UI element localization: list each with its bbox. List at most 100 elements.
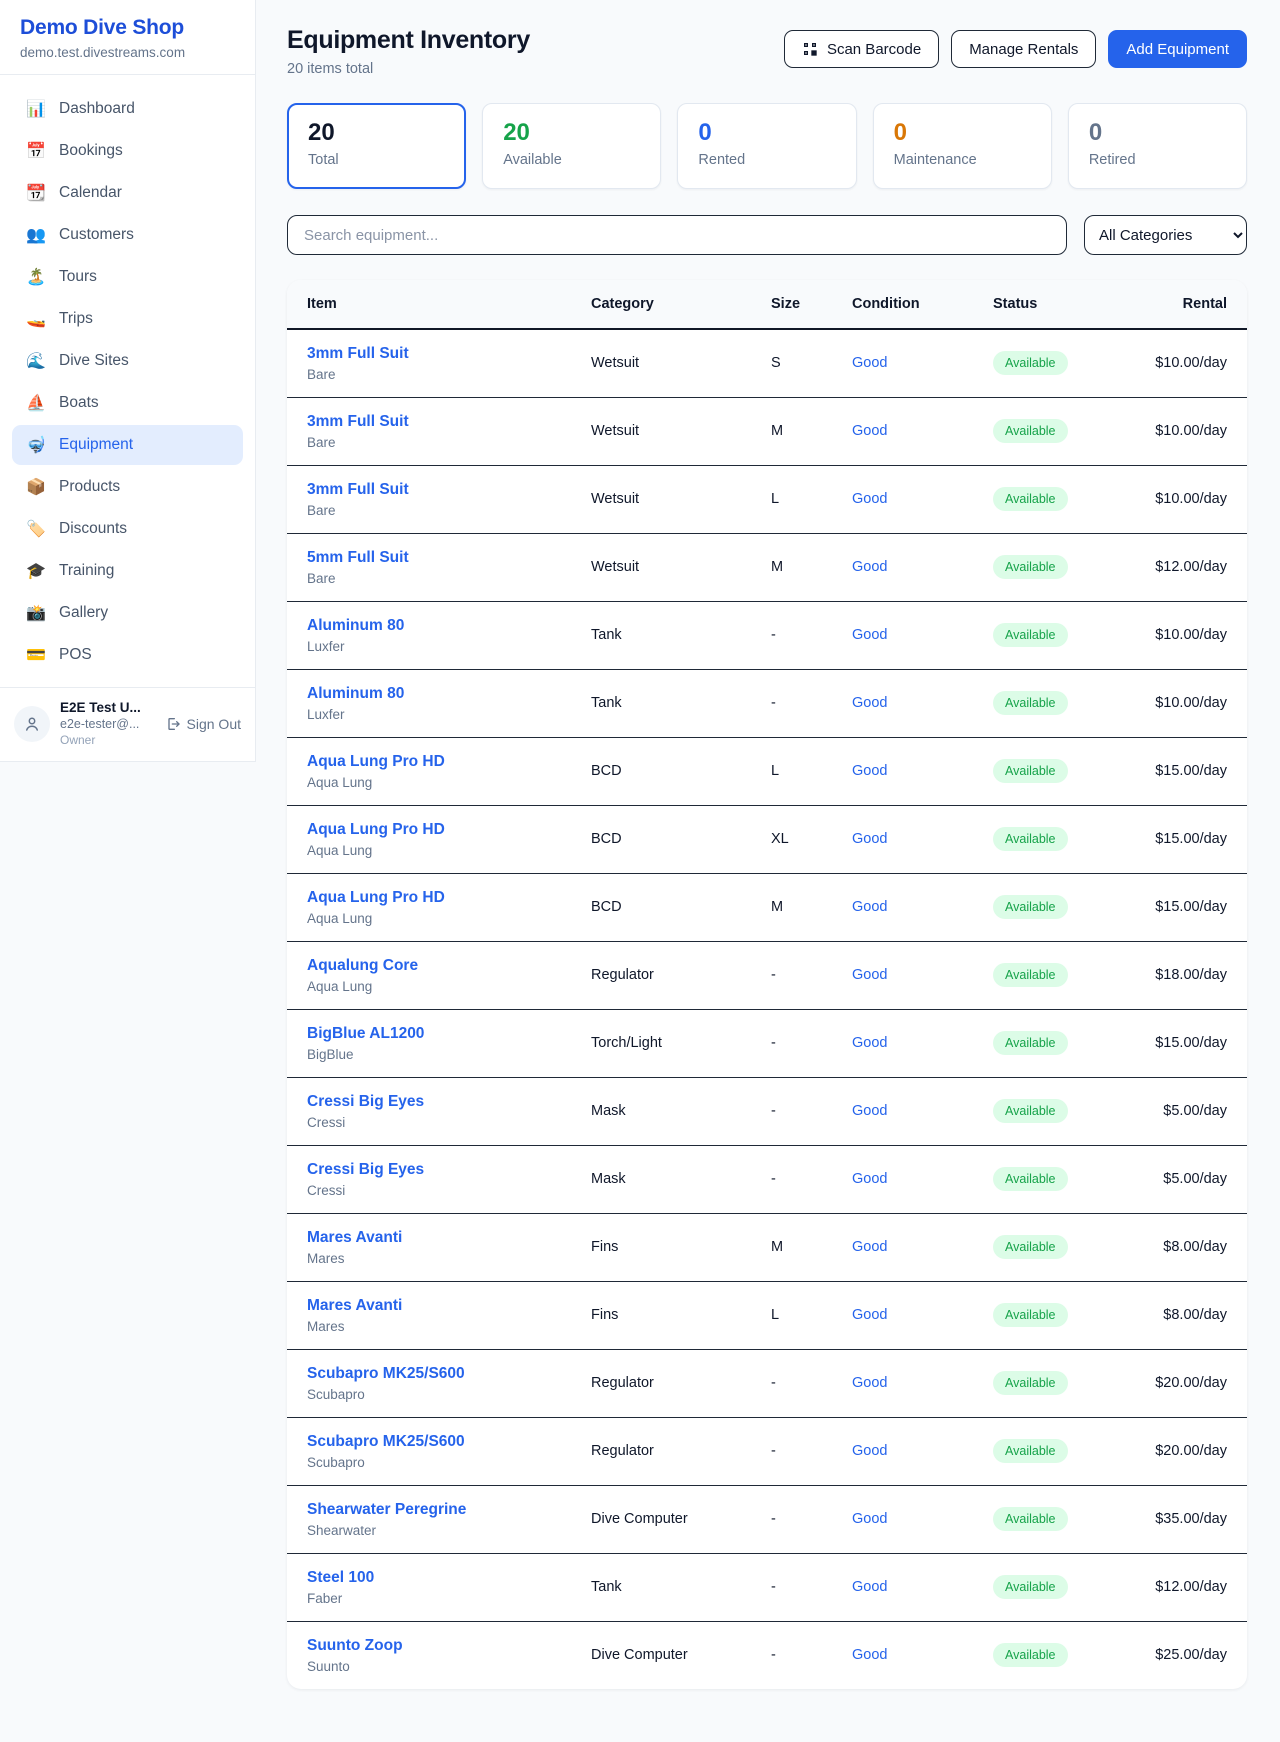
item-name-link[interactable]: BigBlue AL1200	[307, 1025, 575, 1043]
item-name-link[interactable]: Scubapro MK25/S600	[307, 1365, 575, 1383]
item-name-link[interactable]: Mares Avanti	[307, 1297, 575, 1315]
table-row: Mares Avanti Mares Fins L Good Available…	[287, 1281, 1247, 1349]
item-name-link[interactable]: 5mm Full Suit	[307, 549, 575, 567]
manage-rentals-button[interactable]: Manage Rentals	[951, 30, 1096, 68]
condition-link[interactable]: Good	[852, 1035, 887, 1051]
item-name-link[interactable]: Mares Avanti	[307, 1229, 575, 1247]
condition-link[interactable]: Good	[852, 491, 887, 507]
table-row: Aqualung Core Aqua Lung Regulator - Good…	[287, 941, 1247, 1009]
sidebar-item-training[interactable]: 🎓 Training	[12, 551, 243, 591]
item-name-link[interactable]: Suunto Zoop	[307, 1637, 575, 1655]
status-badge: Available	[993, 1167, 1068, 1191]
item-name-link[interactable]: Scubapro MK25/S600	[307, 1433, 575, 1451]
condition-link[interactable]: Good	[852, 423, 887, 439]
sidebar-item-trips[interactable]: 🚤 Trips	[12, 299, 243, 339]
item-brand: Faber	[307, 1591, 575, 1606]
item-name-link[interactable]: Cressi Big Eyes	[307, 1093, 575, 1111]
sign-out-button[interactable]: Sign Out	[165, 716, 241, 732]
item-name-link[interactable]: Aluminum 80	[307, 617, 575, 635]
add-equipment-label: Add Equipment	[1126, 42, 1229, 57]
condition-link[interactable]: Good	[852, 1511, 887, 1527]
size-cell: M	[763, 1213, 844, 1281]
item-name-link[interactable]: Aqua Lung Pro HD	[307, 821, 575, 839]
column-header-category: Category	[583, 280, 763, 329]
table-row: Mares Avanti Mares Fins M Good Available…	[287, 1213, 1247, 1281]
item-name-link[interactable]: Aqualung Core	[307, 957, 575, 975]
sidebar-item-dive-sites[interactable]: 🌊 Dive Sites	[12, 341, 243, 381]
condition-link[interactable]: Good	[852, 559, 887, 575]
header-actions: Scan Barcode Manage Rentals Add Equipmen…	[784, 30, 1247, 68]
condition-link[interactable]: Good	[852, 355, 887, 371]
sidebar-item-pos[interactable]: 💳 POS	[12, 635, 243, 675]
stat-card-maintenance[interactable]: 0 Maintenance	[873, 103, 1052, 189]
scan-barcode-label: Scan Barcode	[827, 42, 921, 57]
condition-link[interactable]: Good	[852, 899, 887, 915]
status-cell: Available	[985, 1485, 1147, 1553]
category-select[interactable]: All Categories	[1084, 215, 1247, 255]
item-name-link[interactable]: Cressi Big Eyes	[307, 1161, 575, 1179]
stat-card-total[interactable]: 20 Total	[287, 103, 466, 189]
condition-link[interactable]: Good	[852, 1171, 887, 1187]
brand-block: Demo Dive Shop demo.test.divestreams.com	[0, 0, 255, 75]
condition-link[interactable]: Good	[852, 967, 887, 983]
sidebar-item-customers[interactable]: 👥 Customers	[12, 215, 243, 255]
sidebar-item-bookings[interactable]: 📅 Bookings	[12, 131, 243, 171]
item-cell: 5mm Full Suit Bare	[287, 533, 583, 601]
condition-link[interactable]: Good	[852, 1647, 887, 1663]
user-email: e2e-tester@...	[60, 717, 155, 731]
item-name-link[interactable]: 3mm Full Suit	[307, 481, 575, 499]
sidebar-item-gallery[interactable]: 📸 Gallery	[12, 593, 243, 633]
item-name-link[interactable]: 3mm Full Suit	[307, 413, 575, 431]
item-brand: BigBlue	[307, 1047, 575, 1062]
condition-link[interactable]: Good	[852, 1307, 887, 1323]
status-badge: Available	[993, 1643, 1068, 1667]
sidebar-item-equipment[interactable]: 🤿 Equipment	[12, 425, 243, 465]
condition-link[interactable]: Good	[852, 627, 887, 643]
status-badge: Available	[993, 1371, 1068, 1395]
item-name-link[interactable]: Aqua Lung Pro HD	[307, 889, 575, 907]
column-header-size: Size	[763, 280, 844, 329]
stat-card-retired[interactable]: 0 Retired	[1068, 103, 1247, 189]
condition-link[interactable]: Good	[852, 695, 887, 711]
item-cell: Shearwater Peregrine Shearwater	[287, 1485, 583, 1553]
category-cell: BCD	[583, 805, 763, 873]
item-name-link[interactable]: Shearwater Peregrine	[307, 1501, 575, 1519]
status-badge: Available	[993, 1575, 1068, 1599]
item-name-link[interactable]: 3mm Full Suit	[307, 345, 575, 363]
category-cell: Mask	[583, 1077, 763, 1145]
sidebar-item-products[interactable]: 📦 Products	[12, 467, 243, 507]
search-input[interactable]	[287, 215, 1067, 255]
condition-link[interactable]: Good	[852, 1103, 887, 1119]
sidebar-item-dashboard[interactable]: 📊 Dashboard	[12, 89, 243, 129]
status-cell: Available	[985, 533, 1147, 601]
item-name-link[interactable]: Steel 100	[307, 1569, 575, 1587]
condition-link[interactable]: Good	[852, 763, 887, 779]
condition-link[interactable]: Good	[852, 831, 887, 847]
condition-link[interactable]: Good	[852, 1239, 887, 1255]
add-equipment-button[interactable]: Add Equipment	[1108, 30, 1247, 68]
category-cell: Fins	[583, 1281, 763, 1349]
sidebar-item-calendar[interactable]: 📆 Calendar	[12, 173, 243, 213]
size-cell: -	[763, 1145, 844, 1213]
sidebar-item-discounts[interactable]: 🏷️ Discounts	[12, 509, 243, 549]
status-cell: Available	[985, 1281, 1147, 1349]
stat-card-rented[interactable]: 0 Rented	[677, 103, 856, 189]
condition-link[interactable]: Good	[852, 1375, 887, 1391]
condition-cell: Good	[844, 1621, 985, 1689]
condition-cell: Good	[844, 329, 985, 397]
stat-card-available[interactable]: 20 Available	[482, 103, 661, 189]
item-name-link[interactable]: Aqua Lung Pro HD	[307, 753, 575, 771]
rental-cell: $10.00/day	[1147, 669, 1247, 737]
condition-link[interactable]: Good	[852, 1443, 887, 1459]
sidebar-item-tours[interactable]: 🏝️ Tours	[12, 257, 243, 297]
item-cell: Steel 100 Faber	[287, 1553, 583, 1621]
item-brand: Luxfer	[307, 639, 575, 654]
page-title: Equipment Inventory	[287, 26, 530, 55]
scan-barcode-button[interactable]: Scan Barcode	[784, 30, 939, 68]
item-brand: Bare	[307, 503, 575, 518]
item-name-link[interactable]: Aluminum 80	[307, 685, 575, 703]
category-cell: Wetsuit	[583, 329, 763, 397]
sidebar-item-boats[interactable]: ⛵ Boats	[12, 383, 243, 423]
condition-link[interactable]: Good	[852, 1579, 887, 1595]
sidebar-item-icon: 🤿	[26, 435, 46, 455]
